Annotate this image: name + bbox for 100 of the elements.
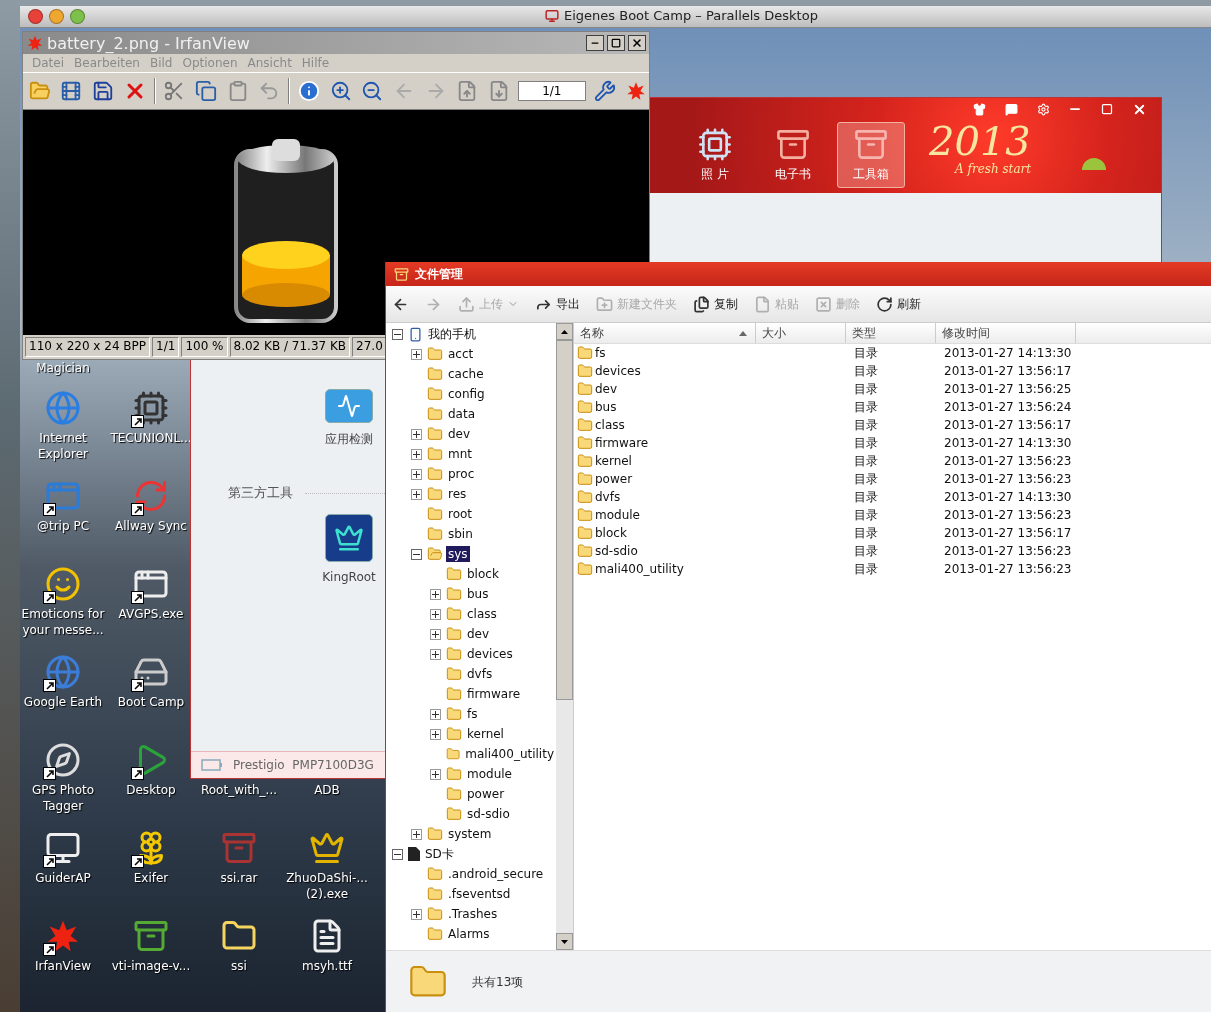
tree-item[interactable]: 我的手机 — [426, 324, 478, 344]
file-name-cell[interactable]: firmware — [574, 435, 756, 451]
collapse-toggle[interactable] — [411, 548, 422, 560]
tree-item[interactable]: .fseventsd — [446, 886, 513, 902]
tree-item[interactable]: .Trashes — [446, 906, 500, 922]
tool-label[interactable]: KingRoot — [322, 570, 376, 584]
column-header[interactable]: 修改时间 — [936, 323, 1076, 343]
desktop-icon-label[interactable]: ZhuoDaShi-...(2).exe — [284, 870, 370, 902]
file-name-cell[interactable]: dvfs — [574, 489, 756, 505]
chip-icon[interactable] — [133, 390, 169, 426]
expand-toggle[interactable] — [411, 348, 422, 360]
tree-item[interactable]: firmware — [465, 686, 523, 702]
tree-item[interactable]: proc — [446, 466, 477, 482]
tree-item[interactable]: bus — [465, 586, 491, 602]
toolbar-button[interactable]: 导出 — [535, 295, 580, 313]
tree-item[interactable]: power — [465, 786, 507, 802]
archive-icon[interactable] — [133, 918, 169, 954]
tree-item[interactable]: data — [446, 406, 478, 422]
tree-item[interactable]: acct — [446, 346, 476, 362]
tree-item[interactable]: .android_secure — [446, 866, 546, 882]
smiley-icon[interactable] — [45, 566, 81, 602]
copy-button[interactable] — [193, 78, 219, 104]
desktop-icon-label[interactable]: Boot Camp — [117, 694, 185, 710]
desktop-icon-label[interactable]: Desktop — [126, 782, 176, 798]
file-name-cell[interactable]: module — [574, 507, 756, 523]
toolbar-button[interactable]: 复制 — [693, 295, 738, 313]
tree-item[interactable]: root — [446, 506, 475, 522]
tree-item[interactable]: res — [446, 486, 469, 502]
sync-arrows-icon[interactable] — [133, 478, 169, 514]
file-name-cell[interactable]: sd-sdio — [574, 543, 756, 559]
crown-icon[interactable] — [334, 523, 364, 553]
desktop-icon-label[interactable]: ssi — [231, 958, 247, 974]
zoom-button[interactable] — [70, 9, 85, 24]
expand-toggle[interactable] — [430, 768, 441, 780]
tree-item[interactable]: config — [446, 386, 487, 402]
expand-toggle[interactable] — [430, 708, 441, 720]
close-button[interactable] — [628, 35, 646, 51]
expand-toggle[interactable] — [430, 728, 441, 740]
compass-icon[interactable] — [45, 742, 81, 778]
pulse-icon[interactable] — [337, 394, 361, 418]
desktop-icon-label[interactable]: IrfanView — [34, 958, 92, 974]
file-name-cell[interactable]: devices — [574, 363, 756, 379]
tool-label[interactable]: 应用检测 — [325, 431, 373, 448]
tree-item[interactable]: dvfs — [465, 666, 495, 682]
expand-toggle[interactable] — [430, 588, 441, 600]
expand-toggle[interactable] — [411, 448, 422, 460]
nav-tab[interactable]: 工具箱 — [837, 122, 905, 188]
nav-tab[interactable]: 照 片 — [681, 122, 749, 188]
desktop-icon-label[interactable]: @trip PC — [37, 518, 89, 534]
column-header[interactable]: 类型 — [846, 323, 936, 343]
file-name-cell[interactable]: fs — [574, 345, 756, 361]
desktop-icon-label[interactable]: msyh.ttf — [301, 958, 353, 974]
tree-item[interactable]: system — [446, 826, 494, 842]
file-name-cell[interactable]: bus — [574, 399, 756, 415]
tree-item[interactable]: block — [465, 566, 501, 582]
tree-item[interactable]: fs — [465, 706, 480, 722]
info-button[interactable] — [296, 78, 322, 104]
desktop-icon-label[interactable]: ADB — [314, 782, 340, 798]
desktop-icon-label[interactable]: GPS Photo Tagger — [20, 782, 106, 814]
desktop-icon-label[interactable]: vti-image-v... — [111, 958, 191, 974]
tree-item[interactable]: devices — [465, 646, 515, 662]
tree-item[interactable]: kernel — [465, 726, 506, 742]
file-name-cell[interactable]: power — [574, 471, 756, 487]
expand-toggle[interactable] — [411, 468, 422, 480]
desktop-icon-label[interactable]: ssi.rar — [220, 870, 258, 886]
page-field[interactable]: 1/1 — [517, 81, 586, 101]
tree-item[interactable]: mali400_utility — [463, 746, 556, 762]
tree-item[interactable]: mnt — [446, 446, 474, 462]
tree-item[interactable]: dev — [465, 626, 492, 642]
globe-icon[interactable] — [45, 654, 81, 690]
tree-item[interactable]: class — [465, 606, 499, 622]
expand-toggle[interactable] — [411, 908, 422, 920]
crown-icon[interactable] — [309, 830, 345, 866]
tree-item[interactable]: sys — [446, 546, 470, 562]
expand-toggle[interactable] — [411, 828, 422, 840]
tree-item[interactable]: dev — [446, 426, 473, 442]
desktop-icon-label[interactable]: Internet Explorer — [20, 430, 106, 462]
collapse-toggle[interactable] — [392, 848, 403, 860]
expand-toggle[interactable] — [411, 488, 422, 500]
tree-item[interactable]: SD卡 — [423, 844, 456, 864]
column-header[interactable]: 大小 — [756, 323, 846, 343]
tree-item[interactable]: module — [465, 766, 514, 782]
monitor-icon[interactable] — [45, 830, 81, 866]
minimize-button[interactable] — [586, 35, 604, 51]
desktop-icon-label[interactable]: Exifer — [133, 870, 169, 886]
file-name-cell[interactable]: kernel — [574, 453, 756, 469]
file-name-cell[interactable]: dev — [574, 381, 756, 397]
tree-item[interactable]: Alarms — [446, 926, 492, 942]
expand-toggle[interactable] — [411, 428, 422, 440]
desktop-icon-label[interactable]: Emoticons for your messe... — [20, 606, 106, 638]
expand-toggle[interactable] — [430, 648, 441, 660]
nav-tab[interactable]: 电子书 — [759, 122, 827, 188]
collapse-toggle[interactable] — [392, 328, 403, 340]
tree-item[interactable]: sd-sdio — [465, 806, 512, 822]
toolbar-button[interactable]: 刷新 — [876, 295, 921, 313]
file-name-cell[interactable]: mali400_utility — [574, 561, 756, 577]
file-name-cell[interactable]: class — [574, 417, 756, 433]
tree-item[interactable]: cache — [446, 366, 486, 382]
tree-item[interactable]: sbin — [446, 526, 475, 542]
desktop-icon-label[interactable]: GuiderAP — [35, 870, 91, 886]
